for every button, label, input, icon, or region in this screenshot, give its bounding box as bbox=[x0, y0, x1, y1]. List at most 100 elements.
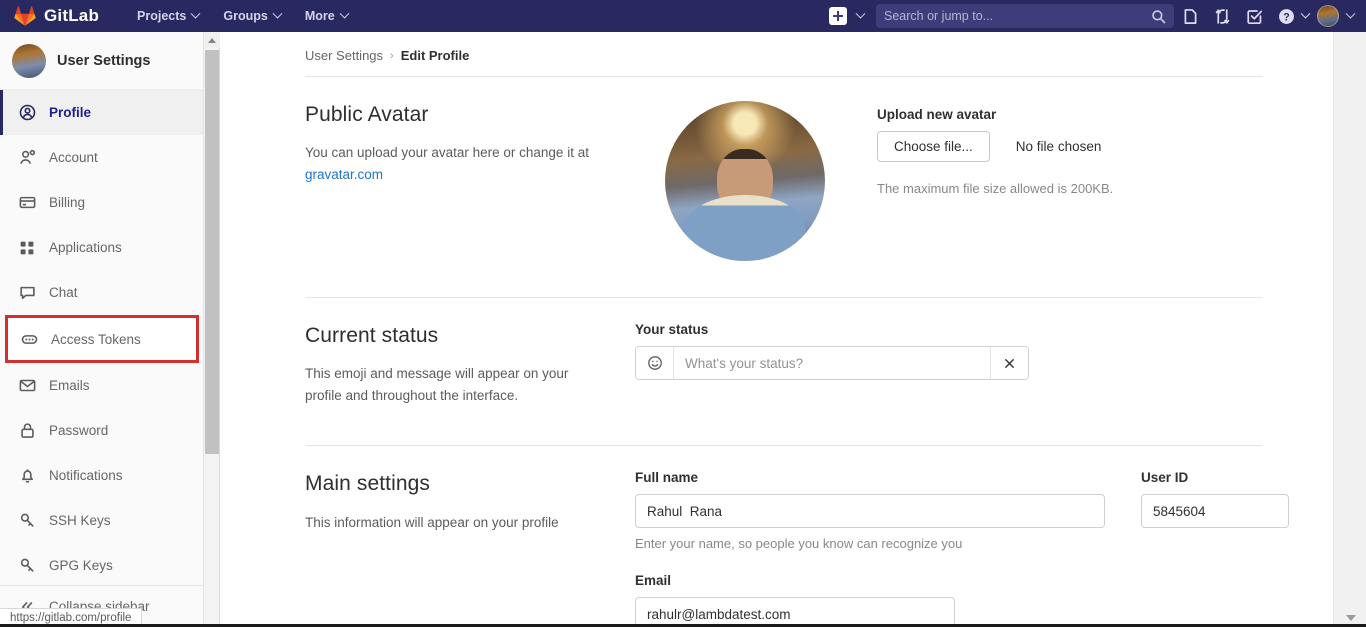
avatar bbox=[1317, 5, 1339, 27]
todos-icon[interactable] bbox=[1238, 0, 1270, 32]
main-settings-section: Main settings This information will appe… bbox=[221, 446, 1333, 627]
bell-icon bbox=[18, 467, 36, 485]
main-settings-fields: Full name Enter your name, so people you… bbox=[635, 470, 1333, 627]
sidebar-item-chat[interactable]: Chat bbox=[0, 270, 203, 315]
your-status-block: Your status bbox=[635, 322, 1029, 406]
section-description: This information will appear on your pro… bbox=[305, 512, 605, 534]
gitlab-tanuki-logo-icon bbox=[14, 5, 36, 27]
sidebar-item-applications[interactable]: Applications bbox=[0, 225, 203, 270]
search-input[interactable] bbox=[884, 9, 1151, 23]
breadcrumb-parent[interactable]: User Settings bbox=[305, 48, 383, 63]
nav-projects-label: Projects bbox=[137, 9, 186, 23]
chat-bubble-icon bbox=[18, 284, 36, 302]
sidebar-item-label: Account bbox=[49, 150, 98, 165]
profile-icon bbox=[18, 104, 36, 122]
avatar bbox=[12, 44, 46, 78]
full-name-input[interactable] bbox=[635, 494, 1105, 528]
full-name-field-block: Full name Enter your name, so people you… bbox=[635, 470, 1105, 551]
create-new-button[interactable] bbox=[829, 7, 864, 25]
merge-requests-icon[interactable] bbox=[1206, 0, 1238, 32]
sidebar-title: User Settings bbox=[57, 53, 150, 69]
nav-projects[interactable]: Projects bbox=[125, 0, 211, 32]
your-status-label: Your status bbox=[635, 322, 1029, 337]
sidebar-scrollbar[interactable] bbox=[204, 32, 220, 627]
user-menu-button[interactable] bbox=[1311, 5, 1366, 27]
upload-avatar-label: Upload new avatar bbox=[877, 107, 1113, 122]
scroll-down-arrow-icon[interactable] bbox=[1334, 611, 1366, 625]
smiley-icon[interactable] bbox=[636, 347, 674, 379]
global-search[interactable] bbox=[876, 4, 1174, 28]
sidebar-item-label: Profile bbox=[49, 105, 91, 120]
breadcrumb-current: Edit Profile bbox=[401, 48, 470, 63]
chevron-down-icon bbox=[1346, 8, 1356, 18]
nav-groups[interactable]: Groups bbox=[211, 0, 292, 32]
sidebar-scrollbar-thumb[interactable] bbox=[205, 50, 219, 454]
nav-more[interactable]: More bbox=[293, 0, 360, 32]
user-id-input[interactable] bbox=[1141, 494, 1289, 528]
key-icon bbox=[18, 512, 36, 530]
status-input[interactable] bbox=[674, 347, 990, 379]
nav-more-label: More bbox=[305, 9, 335, 23]
public-avatar-text-block: Public Avatar You can upload your avatar… bbox=[305, 101, 635, 261]
envelope-icon bbox=[18, 377, 36, 395]
public-avatar-description: You can upload your avatar here or chang… bbox=[305, 145, 589, 160]
sidebar-item-ssh-keys[interactable]: SSH Keys bbox=[0, 498, 203, 543]
chevron-down-icon bbox=[272, 8, 282, 18]
issues-icon[interactable] bbox=[1174, 0, 1206, 32]
user-id-column: User ID bbox=[1141, 470, 1289, 627]
section-title: Public Avatar bbox=[305, 101, 605, 128]
breadcrumb: User Settings › Edit Profile bbox=[221, 32, 1333, 63]
applications-grid-icon bbox=[18, 239, 36, 257]
sidebar-item-label: Applications bbox=[49, 240, 122, 255]
status-input-group bbox=[635, 346, 1029, 380]
sidebar-item-gpg-keys[interactable]: GPG Keys bbox=[0, 543, 203, 588]
page-scrollbar[interactable] bbox=[1333, 32, 1366, 627]
sidebar-item-profile[interactable]: Profile bbox=[0, 90, 203, 135]
sidebar-item-label: Access Tokens bbox=[51, 332, 141, 347]
user-id-label: User ID bbox=[1141, 470, 1289, 485]
primary-nav: Projects Groups More bbox=[125, 0, 360, 32]
sidebar-item-billing[interactable]: Billing bbox=[0, 180, 203, 225]
chevron-down-icon bbox=[1301, 8, 1311, 18]
close-icon[interactable] bbox=[990, 347, 1028, 379]
choose-file-button[interactable]: Choose file... bbox=[877, 131, 990, 162]
sidebar-item-label: Chat bbox=[49, 285, 78, 300]
brand-text: GitLab bbox=[44, 6, 99, 26]
chevron-down-icon bbox=[339, 8, 349, 18]
token-icon bbox=[20, 330, 38, 348]
sidebar-item-account[interactable]: Account bbox=[0, 135, 203, 180]
navbar-right-group: ? bbox=[829, 0, 1366, 32]
file-picker-row: Choose file... No file chosen bbox=[877, 131, 1113, 162]
billing-card-icon bbox=[18, 194, 36, 212]
gitlab-logo-link[interactable]: GitLab bbox=[14, 5, 99, 27]
email-input[interactable] bbox=[635, 597, 955, 627]
main-settings-text-block: Main settings This information will appe… bbox=[305, 470, 635, 627]
lock-icon bbox=[18, 422, 36, 440]
max-file-size-hint: The maximum file size allowed is 200KB. bbox=[877, 181, 1113, 196]
full-name-hint: Enter your name, so people you know can … bbox=[635, 536, 1105, 551]
email-field-block: Email bbox=[635, 573, 955, 627]
search-icon bbox=[1151, 9, 1166, 24]
section-description: This emoji and message will appear on yo… bbox=[305, 363, 593, 406]
sidebar-item-notifications[interactable]: Notifications bbox=[0, 453, 203, 498]
scroll-up-arrow-icon[interactable] bbox=[204, 32, 220, 48]
section-description: You can upload your avatar here or chang… bbox=[305, 142, 605, 185]
section-title: Current status bbox=[305, 322, 605, 349]
chevron-down-icon bbox=[191, 8, 201, 18]
plus-square-icon bbox=[829, 7, 847, 25]
account-icon bbox=[18, 149, 36, 167]
chevron-down-icon bbox=[856, 8, 866, 18]
help-icon[interactable]: ? bbox=[1270, 0, 1311, 32]
sidebar-item-label: Notifications bbox=[49, 468, 123, 483]
sidebar-item-label: Emails bbox=[49, 378, 90, 393]
upload-avatar-block: Upload new avatar Choose file... No file… bbox=[877, 101, 1113, 261]
sidebar-item-access-tokens[interactable]: Access Tokens bbox=[5, 315, 199, 363]
current-status-controls: Your status bbox=[635, 322, 1333, 406]
sidebar-item-emails[interactable]: Emails bbox=[0, 363, 203, 408]
sidebar-item-label: SSH Keys bbox=[49, 513, 111, 528]
public-avatar-controls: Upload new avatar Choose file... No file… bbox=[635, 101, 1333, 261]
gravatar-link[interactable]: gravatar.com bbox=[305, 167, 383, 182]
sidebar-item-password[interactable]: Password bbox=[0, 408, 203, 453]
breadcrumb-separator-icon: › bbox=[390, 50, 394, 62]
sidebar-header: User Settings bbox=[0, 32, 203, 90]
